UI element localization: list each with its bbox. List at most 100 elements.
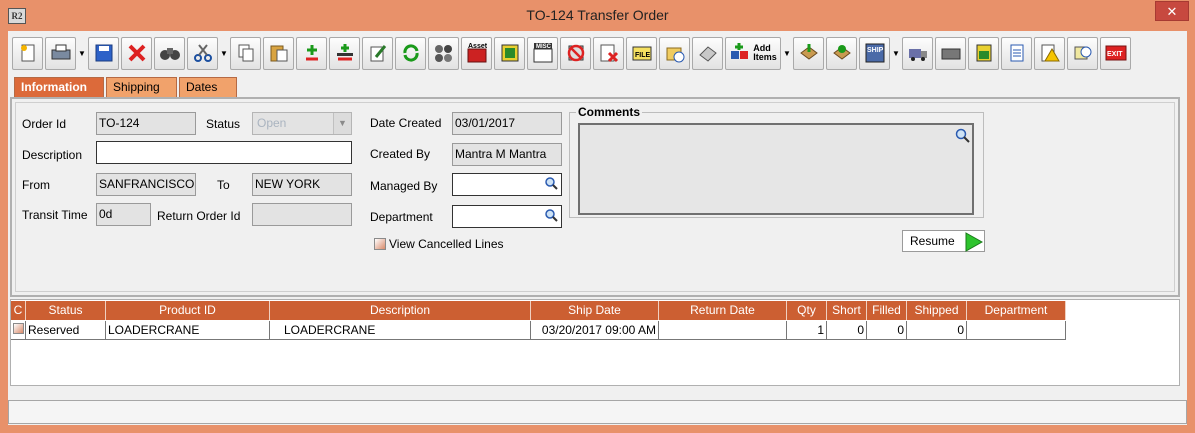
- misc-label: MISC: [536, 44, 552, 50]
- from-field[interactable]: SANFRANCISCO: [96, 173, 196, 196]
- managed-by-label: Managed By: [370, 179, 438, 193]
- print-button[interactable]: [45, 36, 76, 70]
- view-cancelled-label: View Cancelled Lines: [389, 237, 504, 251]
- edit-button[interactable]: [362, 36, 393, 70]
- column-header-department[interactable]: Department: [967, 301, 1066, 320]
- order-id-field[interactable]: TO-124: [96, 112, 196, 135]
- new-document-icon: [20, 44, 34, 62]
- column-header-product-id[interactable]: Product ID: [106, 301, 270, 320]
- add-items-label: Add Items: [753, 43, 777, 62]
- comments-textarea[interactable]: [578, 123, 974, 215]
- row-checkbox[interactable]: [13, 323, 24, 334]
- return-order-id-field[interactable]: [252, 203, 352, 226]
- tab-dates[interactable]: Dates: [179, 77, 237, 97]
- table-row[interactable]: Reserved LOADERCRANE LOADERCRANE 03/20/2…: [11, 321, 1066, 340]
- comments-group: Comments: [569, 105, 984, 218]
- ship-dropdown[interactable]: ▼: [892, 37, 900, 70]
- view-cancelled-checkbox[interactable]: [374, 238, 386, 250]
- print-dropdown[interactable]: ▼: [78, 37, 86, 70]
- folder-clock-button[interactable]: [659, 36, 690, 70]
- tab-information[interactable]: Information: [14, 77, 104, 97]
- add-line-button[interactable]: [296, 36, 327, 70]
- managed-by-field[interactable]: [452, 173, 562, 196]
- asset-button[interactable]: Asset: [461, 36, 492, 70]
- save-button[interactable]: [88, 36, 119, 70]
- misc-button[interactable]: MISC: [527, 36, 558, 70]
- eraser-icon: [698, 46, 717, 62]
- column-header-short[interactable]: Short: [827, 301, 867, 320]
- column-header-shipped[interactable]: Shipped: [907, 301, 967, 320]
- date-created-label: Date Created: [370, 116, 442, 130]
- copy-icon: [238, 44, 253, 62]
- clipboard-paste-icon: [270, 45, 287, 62]
- scanner-button[interactable]: [935, 36, 966, 70]
- find-button[interactable]: [154, 36, 185, 70]
- new-button[interactable]: [12, 36, 43, 70]
- receive-button[interactable]: [793, 36, 824, 70]
- return-button[interactable]: [826, 36, 857, 70]
- printer-icon: [51, 44, 70, 60]
- exit-button[interactable]: EXIT: [1100, 36, 1131, 70]
- status-label: Status: [206, 117, 241, 131]
- red-x-icon: [128, 44, 145, 62]
- transit-time-label: Transit Time: [22, 208, 88, 222]
- lookup-button[interactable]: [428, 36, 459, 70]
- balls-help-icon: [434, 45, 452, 62]
- no-charge-button[interactable]: [560, 36, 591, 70]
- document-button[interactable]: [1001, 36, 1032, 70]
- to-label: To: [217, 178, 230, 192]
- column-header-return-date[interactable]: Return Date: [659, 301, 787, 320]
- add-items-dropdown[interactable]: ▼: [783, 37, 791, 70]
- close-window-button[interactable]: ✕: [1155, 1, 1189, 21]
- row-checkbox-cell[interactable]: [11, 321, 26, 340]
- column-header-qty[interactable]: Qty: [787, 301, 827, 320]
- cut-button[interactable]: [187, 36, 218, 70]
- title-bar: R2 TO-124 Transfer Order ✕: [0, 0, 1195, 31]
- from-label: From: [22, 178, 50, 192]
- insert-rows-icon: [336, 44, 353, 61]
- status-bar: [8, 400, 1187, 424]
- tool-button[interactable]: [494, 36, 525, 70]
- erase-button[interactable]: [692, 36, 723, 70]
- binoculars-icon: [159, 48, 180, 60]
- schedule-button[interactable]: [1067, 36, 1098, 70]
- tab-shipping[interactable]: Shipping: [106, 77, 177, 97]
- remove-doc-button[interactable]: [593, 36, 624, 70]
- paste-button[interactable]: [263, 36, 294, 70]
- search-icon[interactable]: [544, 176, 558, 190]
- cell-department: [967, 321, 1066, 340]
- column-header-status[interactable]: Status: [26, 301, 106, 320]
- window-title: TO-124 Transfer Order: [526, 7, 669, 23]
- copy-button[interactable]: [230, 36, 261, 70]
- column-header-filled[interactable]: Filled: [867, 301, 907, 320]
- warning-button[interactable]: [1034, 36, 1065, 70]
- clock-note-icon: [1074, 46, 1091, 60]
- insert-line-button[interactable]: [329, 36, 360, 70]
- resume-button[interactable]: Resume: [902, 230, 985, 252]
- transit-time-field[interactable]: 0d: [96, 203, 151, 226]
- refresh-button[interactable]: [395, 36, 426, 70]
- resume-label: Resume: [910, 234, 955, 248]
- date-created-field[interactable]: 03/01/2017: [452, 112, 562, 135]
- column-header-description[interactable]: Description: [270, 301, 531, 320]
- ship-button[interactable]: SHIP: [859, 36, 890, 70]
- column-header-c[interactable]: C: [11, 301, 26, 320]
- cut-dropdown[interactable]: ▼: [220, 37, 228, 70]
- search-icon[interactable]: [544, 208, 558, 222]
- department-field[interactable]: [452, 205, 562, 228]
- calc-button[interactable]: [968, 36, 999, 70]
- description-field[interactable]: [96, 141, 352, 164]
- search-icon[interactable]: [954, 127, 970, 143]
- to-field[interactable]: NEW YORK: [252, 173, 352, 196]
- add-items-button[interactable]: Add Items: [725, 36, 781, 70]
- column-header-ship-date[interactable]: Ship Date: [531, 301, 659, 320]
- created-by-field[interactable]: Mantra M Mantra: [452, 143, 562, 166]
- delete-button[interactable]: [121, 36, 152, 70]
- file-button[interactable]: FILE: [626, 36, 657, 70]
- cell-filled: 0: [867, 321, 907, 340]
- truck-button[interactable]: [902, 36, 933, 70]
- chevron-down-icon: ▼: [333, 113, 351, 134]
- information-panel: Order Id TO-124 Status Open ▼ Date Creat…: [10, 97, 1180, 297]
- status-select[interactable]: Open ▼: [252, 112, 352, 135]
- description-label: Description: [22, 148, 83, 162]
